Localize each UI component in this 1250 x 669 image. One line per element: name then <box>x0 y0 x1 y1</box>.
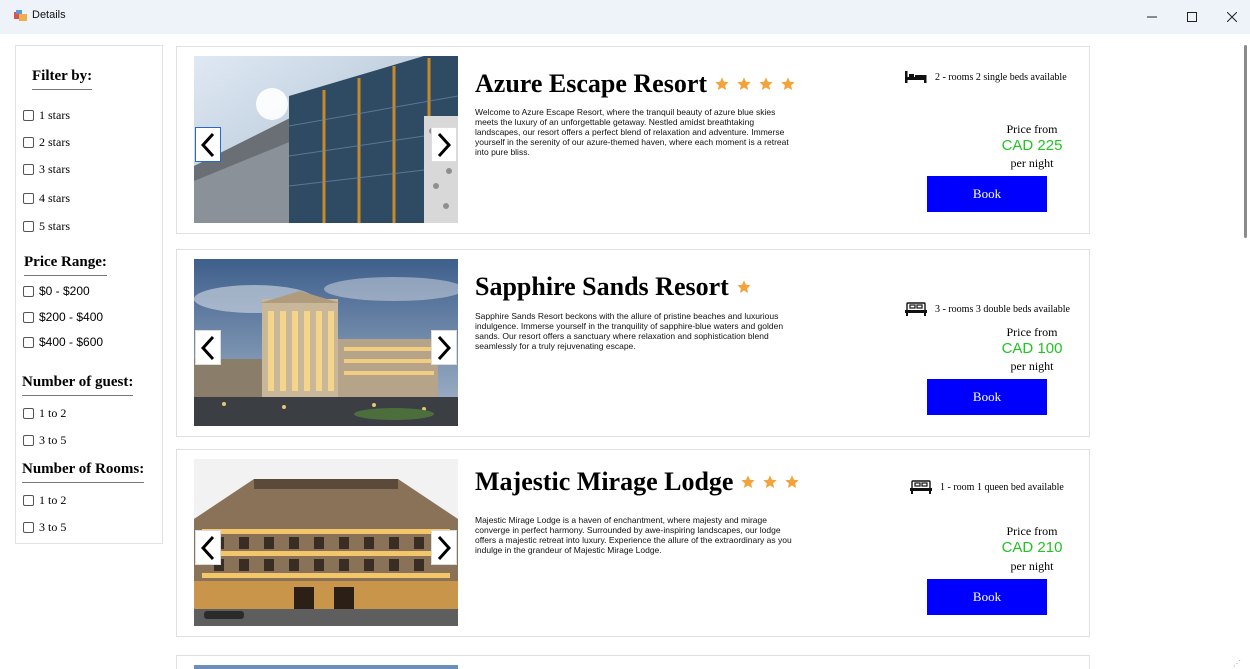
star-rating <box>736 279 758 295</box>
star-icon <box>759 77 773 90</box>
chevron-right-icon <box>437 535 451 560</box>
filter-stars-2[interactable]: 2 stars <box>23 135 70 150</box>
star-icon <box>763 475 778 488</box>
price-value: CAD 210 <box>1001 539 1063 556</box>
book-button[interactable]: Book <box>927 579 1047 615</box>
checkbox[interactable] <box>23 408 34 419</box>
filter-stars-1[interactable]: 1 stars <box>23 108 70 123</box>
queen-bed-icon <box>910 480 932 494</box>
filter-stars-5[interactable]: 5 stars <box>23 219 70 234</box>
resize-grip-icon[interactable]: ⋰ <box>1233 659 1241 668</box>
checkbox[interactable] <box>23 522 34 533</box>
maximize-icon <box>1187 12 1197 22</box>
filter-price-200-400[interactable]: $200 - $400 <box>23 310 103 324</box>
prev-image-button[interactable] <box>195 530 221 565</box>
minimize-icon <box>1147 16 1157 18</box>
star-icon <box>741 475 756 488</box>
chevron-left-icon <box>201 132 215 157</box>
checkbox[interactable] <box>23 164 34 175</box>
checkbox[interactable] <box>23 336 34 348</box>
checkbox[interactable] <box>23 285 34 297</box>
checkbox[interactable] <box>23 221 34 232</box>
per-night-label: per night <box>1010 559 1054 573</box>
window-title: Details <box>32 9 66 21</box>
room-availability: 2 - rooms 2 single beds available <box>905 70 1067 84</box>
hotel-photo <box>194 459 458 626</box>
hotel-image <box>194 459 458 626</box>
book-button[interactable]: Book <box>927 176 1047 212</box>
room-availability: 3 - rooms 3 double beds available <box>905 302 1070 316</box>
checkbox[interactable] <box>23 495 34 506</box>
per-night-label: per night <box>1010 359 1054 373</box>
scrollbar-thumb[interactable] <box>1244 45 1247 238</box>
price-value: CAD 100 <box>1001 340 1063 357</box>
close-icon <box>1227 12 1237 22</box>
star-icon <box>737 280 751 293</box>
filter-heading: Filter by: <box>32 68 93 90</box>
title-bar: Details <box>0 0 1250 34</box>
filter-panel: Filter by: 1 stars 2 stars 3 stars 4 sta… <box>15 45 163 544</box>
prev-image-button[interactable] <box>195 330 221 365</box>
star-rating <box>740 474 806 490</box>
next-image-button[interactable] <box>431 530 457 565</box>
checkbox[interactable] <box>23 137 34 148</box>
app-icon <box>14 10 27 21</box>
hotel-name: Azure Escape Resort <box>475 69 802 99</box>
chevron-left-icon <box>201 335 215 360</box>
hotel-name: Sapphire Sands Resort <box>475 272 758 302</box>
hotel-description: Sapphire Sands Resort beckons with the a… <box>475 311 784 351</box>
filter-rooms-3-5[interactable]: 3 to 5 <box>23 520 66 535</box>
next-image-button[interactable] <box>431 127 457 162</box>
double-bed-icon <box>905 302 927 316</box>
chevron-right-icon <box>437 132 451 157</box>
hotel-photo <box>194 56 458 223</box>
checkbox[interactable] <box>23 311 34 323</box>
price-label: Price from <box>1006 524 1058 538</box>
guest-heading: Number of guest: <box>22 374 134 396</box>
price-range-heading: Price Range: <box>24 254 107 276</box>
rooms-heading: Number of Rooms: <box>22 461 145 483</box>
star-rating <box>714 76 802 92</box>
hotel-photo <box>194 665 458 669</box>
hotel-card <box>176 655 1090 669</box>
hotel-card: Azure Escape Resort Welcome to Azure Esc… <box>176 46 1090 234</box>
price-label: Price from <box>1006 325 1058 339</box>
book-button[interactable]: Book <box>927 379 1047 415</box>
close-button[interactable] <box>1212 4 1250 30</box>
chevron-right-icon <box>437 335 451 360</box>
room-availability: 1 - room 1 queen bed available <box>910 480 1064 494</box>
star-icon <box>785 475 800 488</box>
next-image-button[interactable] <box>431 330 457 365</box>
per-night-label: per night <box>1010 156 1054 170</box>
checkbox[interactable] <box>23 110 34 121</box>
checkbox[interactable] <box>23 435 34 446</box>
hotel-card: Majestic Mirage Lodge Majestic Mirage Lo… <box>176 449 1090 637</box>
hotel-photo <box>194 259 458 426</box>
hotel-description: Welcome to Azure Escape Resort, where th… <box>475 107 789 157</box>
price-value: CAD 225 <box>1001 137 1063 154</box>
filter-price-400-600[interactable]: $400 - $600 <box>23 335 103 349</box>
filter-guests-3-5[interactable]: 3 to 5 <box>23 433 66 448</box>
hotel-card: Sapphire Sands Resort Sapphire Sands Res… <box>176 249 1090 437</box>
star-icon <box>737 77 751 90</box>
star-icon <box>781 77 795 90</box>
filter-price-0-200[interactable]: $0 - $200 <box>23 284 90 298</box>
filter-rooms-1-2[interactable]: 1 to 2 <box>23 493 66 508</box>
hotel-name: Majestic Mirage Lodge <box>475 467 806 497</box>
minimize-button[interactable] <box>1132 4 1172 30</box>
maximize-button[interactable] <box>1172 4 1212 30</box>
filter-stars-4[interactable]: 4 stars <box>23 191 70 206</box>
star-icon <box>715 77 729 90</box>
single-bed-icon <box>905 71 927 83</box>
filter-guests-1-2[interactable]: 1 to 2 <box>23 406 66 421</box>
checkbox[interactable] <box>23 193 34 204</box>
hotel-image <box>194 56 458 223</box>
price-label: Price from <box>1006 122 1058 136</box>
prev-image-button[interactable] <box>195 127 221 162</box>
filter-stars-3[interactable]: 3 stars <box>23 162 70 177</box>
chevron-left-icon <box>201 535 215 560</box>
hotel-image <box>194 259 458 426</box>
hotel-description: Majestic Mirage Lodge is a haven of ench… <box>475 515 792 555</box>
